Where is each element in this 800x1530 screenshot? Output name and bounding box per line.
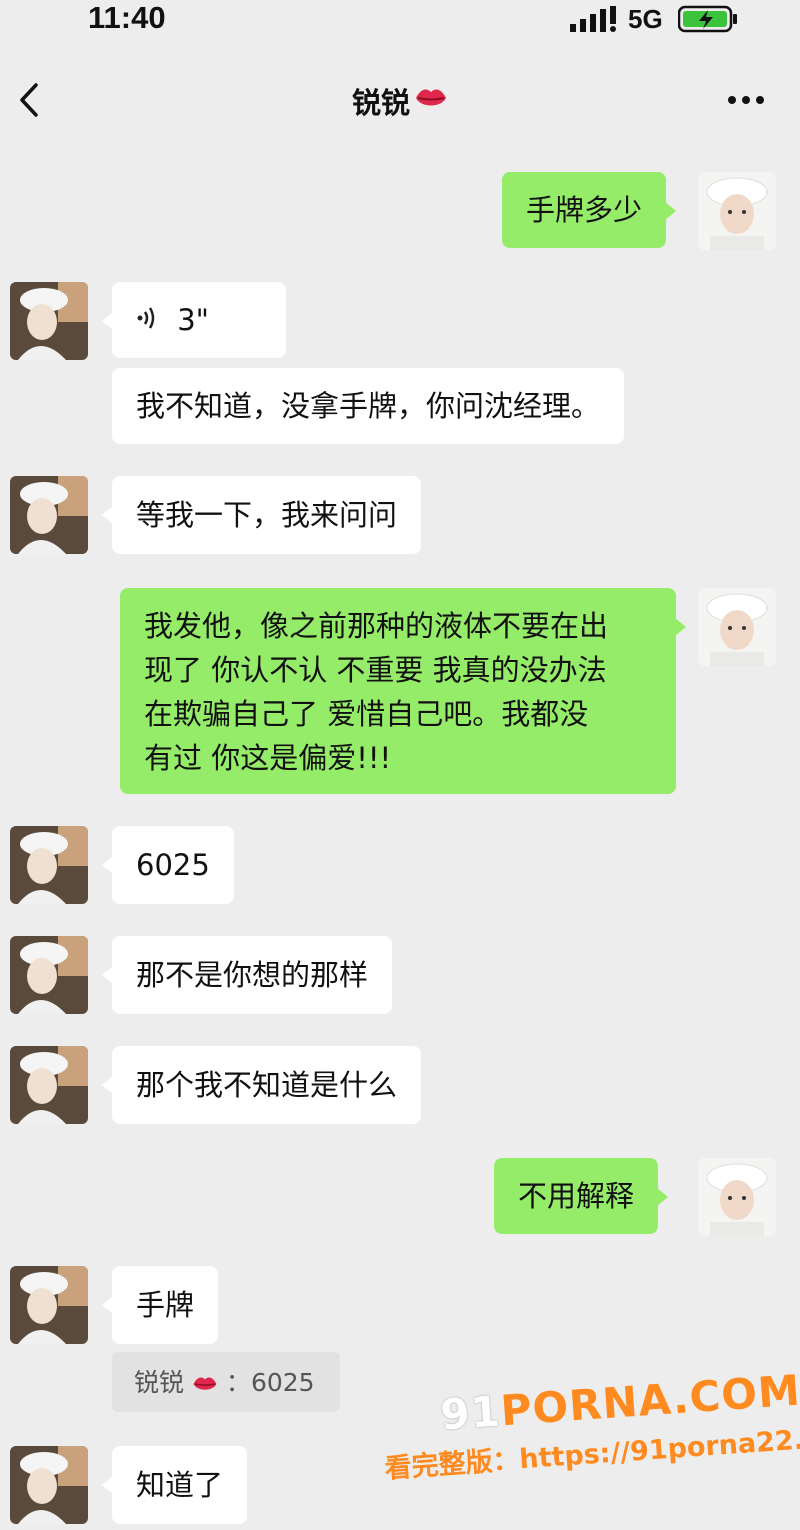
chat-title: 锐锐 — [0, 80, 800, 122]
message-text: 我不知道，没拿手牌，你问沈经理。 — [136, 389, 601, 423]
network-type: 5G — [628, 4, 663, 34]
message-text: 那不是你想的那样 — [136, 958, 369, 992]
my-avatar[interactable] — [698, 172, 776, 250]
contact-avatar[interactable] — [10, 1046, 88, 1124]
message-bubble-received[interactable]: 知道了 — [101, 1446, 248, 1524]
contact-avatar[interactable] — [10, 476, 88, 554]
contact-avatar[interactable] — [10, 936, 88, 1014]
signal-bars-icon — [570, 6, 620, 36]
message-bubble-received[interactable]: 那个我不知道是什么 — [101, 1046, 422, 1124]
contact-name: 锐锐 — [351, 86, 410, 120]
message-text: 不用解释 — [518, 1179, 635, 1213]
message-bubble-received[interactable]: 6025 — [102, 826, 234, 904]
message-line: 在欺骗自己了 爱惜自己吧。我都没 — [144, 697, 589, 731]
quote-text: 6025 — [250, 1368, 315, 1397]
message-line: 我发他，像之前那种的液体不要在出 — [144, 609, 609, 643]
contact-avatar[interactable] — [10, 826, 88, 904]
quoted-message[interactable]: 锐锐 ：6025 — [112, 1352, 340, 1412]
message-bubble-received[interactable]: 等我一下，我来问问 — [101, 476, 422, 554]
contact-avatar[interactable] — [10, 282, 88, 360]
message-line: 有过 你这是偏爱!!! — [144, 741, 392, 775]
lips-icon — [414, 84, 448, 118]
chat-header: 锐锐 — [0, 40, 800, 150]
message-text: 等我一下，我来问问 — [136, 498, 398, 532]
quote-separator: ： — [225, 1368, 251, 1397]
voice-message[interactable]: 3" — [102, 282, 286, 358]
message-text: 那个我不知道是什么 — [136, 1068, 398, 1102]
quote-sender: 锐锐 — [134, 1368, 185, 1397]
message-text: 6025 — [136, 848, 210, 882]
battery-charging-icon — [677, 5, 738, 37]
my-avatar[interactable] — [698, 588, 776, 666]
message-text: 手牌 — [136, 1288, 195, 1322]
message-text: 知道了 — [136, 1468, 224, 1502]
message-bubble-sent[interactable]: 手牌多少 — [502, 172, 677, 248]
my-avatar[interactable] — [698, 1158, 776, 1236]
voice-duration: 3" — [177, 303, 210, 337]
message-bubble-received[interactable]: 手牌 — [101, 1266, 219, 1344]
message-bubble-received[interactable]: 我不知道，没拿手牌，你问沈经理。 — [112, 368, 625, 444]
contact-avatar[interactable] — [10, 1446, 88, 1524]
contact-avatar[interactable] — [10, 1266, 88, 1344]
lips-icon — [184, 1368, 226, 1397]
status-bar: 11:40 5G — [0, 0, 800, 40]
message-line: 现了 你认不认 不重要 我真的没办法 — [144, 653, 607, 687]
voice-wave-icon — [136, 305, 167, 339]
message-text: 手牌多少 — [526, 193, 643, 227]
message-bubble-sent[interactable]: 我发他，像之前那种的液体不要在出 现了 你认不认 不重要 我真的没办法 在欺骗自… — [120, 588, 686, 794]
more-dots-icon[interactable] — [724, 92, 768, 106]
message-bubble-received[interactable]: 那不是你想的那样 — [101, 936, 393, 1014]
message-bubble-sent[interactable]: 不用解释 — [494, 1158, 669, 1234]
watermark-logo-prefix: 91 — [438, 1386, 503, 1440]
status-time: 11:40 — [88, 0, 166, 35]
